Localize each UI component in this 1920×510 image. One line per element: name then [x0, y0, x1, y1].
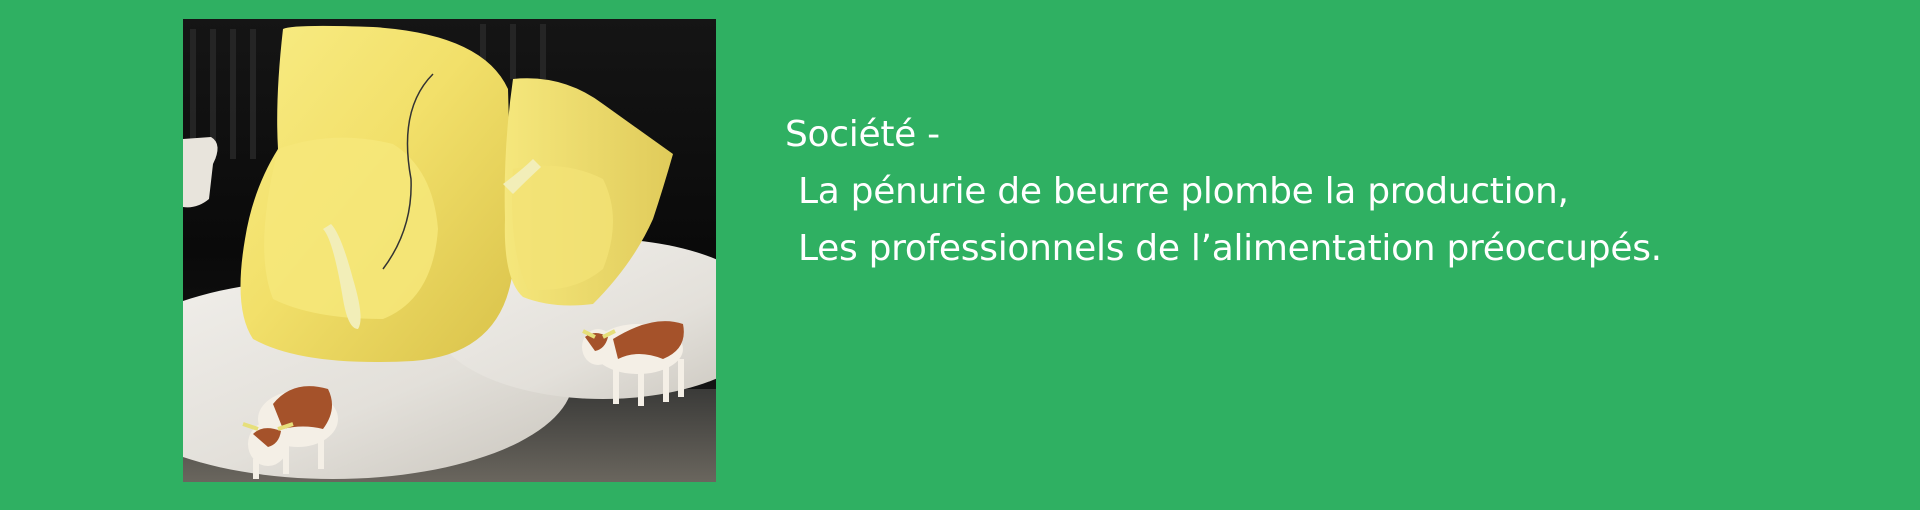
article-banner: Société - La pénurie de beurre plombe la…	[0, 0, 1920, 510]
headline: Société - La pénurie de beurre plombe la…	[785, 106, 1865, 277]
butter-right-facet	[512, 165, 613, 290]
category-label: Société -	[785, 114, 940, 155]
headline-line-1: La pénurie de beurre plombe la productio…	[798, 171, 1569, 212]
butter-photo	[183, 19, 716, 482]
headline-line-2: Les professionnels de l’alimentation pré…	[798, 228, 1662, 269]
